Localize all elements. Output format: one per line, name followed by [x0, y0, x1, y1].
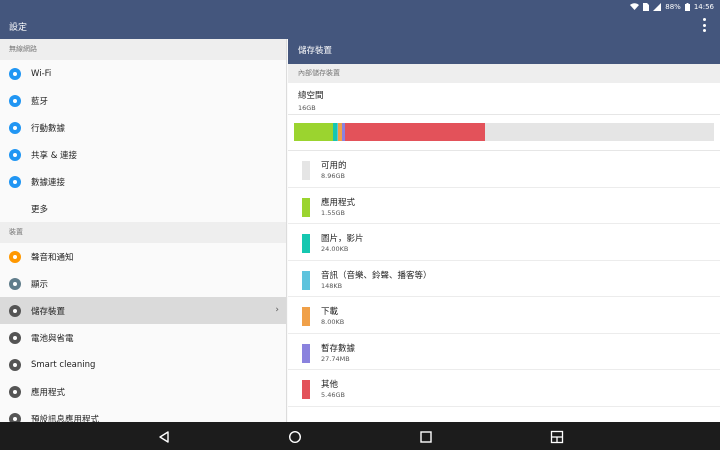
sidebar-item[interactable]: 預設訊息應用程式 [0, 405, 286, 422]
category-color-swatch [302, 307, 310, 326]
category-name: 可用的 [321, 161, 347, 171]
chevron-right-icon: › [275, 305, 279, 315]
storage-detail-pane: 儲存裝置 內部儲存裝置 總空間 16GB 可用的 8.96GB 應用程式 1.55GB… [288, 39, 720, 422]
sidebar-item-label: 數據連接 [31, 177, 66, 188]
category-name: 音訊（音樂、鈴聲、播客等） [321, 270, 432, 281]
sidebar-item-label: 應用程式 [31, 387, 66, 398]
status-bar: 88% 14:56 [0, 0, 720, 14]
multiwindow-icon[interactable] [550, 429, 564, 444]
storage-category-row[interactable]: 可用的 8.96GB [288, 151, 720, 188]
sidebar-item[interactable]: Smart cleaning [0, 351, 286, 378]
wifi-icon [9, 67, 21, 80]
storage-usage-bar [294, 123, 714, 141]
back-icon[interactable] [157, 429, 171, 443]
sidebar-item-label: 儲存裝置 [31, 306, 66, 317]
category-size: 8.96GB [321, 172, 345, 180]
messaging-icon [9, 412, 21, 422]
category-name: 應用程式 [321, 197, 356, 208]
detail-title: 儲存裝置 [288, 39, 720, 64]
sound-icon [9, 250, 21, 263]
total-space-row: 總空間 16GB [288, 83, 720, 115]
bluetooth-icon [9, 94, 21, 107]
storage-category-row[interactable]: 其他 5.46GB [288, 370, 720, 407]
sidebar-item-label: 更多 [31, 204, 49, 215]
total-space-label: 總空間 [298, 91, 324, 101]
usage-bar-segment [294, 123, 334, 141]
sidebar-item[interactable]: 聲音和通知 [0, 243, 286, 270]
sidebar-item-label: 聲音和通知 [31, 252, 74, 263]
storage-category-row[interactable]: 下載 8.00KB [288, 297, 720, 334]
category-size: 5.46GB [321, 391, 345, 399]
category-color-swatch [302, 234, 310, 253]
sidebar-item[interactable]: 藍牙 [0, 87, 286, 114]
category-color-swatch [302, 380, 310, 399]
storage-category-row[interactable]: 音訊（音樂、鈴聲、播客等） 148KB [288, 261, 720, 297]
sidebar-item[interactable]: 數據連接 [0, 168, 286, 195]
recents-icon[interactable] [419, 429, 433, 443]
category-name: 下載 [321, 307, 339, 317]
category-size: 27.74MB [321, 354, 350, 363]
sidebar-item[interactable]: 儲存裝置 › [0, 297, 286, 324]
storage-usage-bar-row [288, 115, 720, 151]
wifi-icon [630, 3, 640, 11]
sidebar-item-label: 行動數據 [31, 123, 66, 134]
battery-percent: 88% [665, 3, 681, 11]
total-space-value: 16GB [298, 104, 316, 112]
storage-icon [9, 304, 21, 317]
sidebar-item[interactable]: 顯示 [0, 270, 286, 297]
category-name: 暫存數據 [321, 343, 356, 354]
display-icon [9, 277, 21, 290]
home-icon[interactable] [288, 429, 302, 444]
sidebar-item[interactable]: 共享 & 連接 [0, 141, 286, 168]
category-color-swatch [302, 197, 310, 217]
app-title: 設定 [9, 23, 28, 33]
section-header: 裝置 [0, 222, 286, 243]
battery-icon [9, 331, 21, 344]
category-color-swatch [302, 270, 310, 290]
storage-category-list: 可用的 8.96GB 應用程式 1.55GB 圖片，影片 24.00KB 音訊（音樂、鈴聲、… [288, 151, 720, 407]
sidebar-item-label: 電池與省電 [31, 333, 74, 344]
app-bar: 設定 [0, 14, 720, 39]
category-size: 1.55GB [321, 208, 345, 217]
settings-sidebar: 無線網路 Wi-Fi 藍牙行動數據共享 & 連接 數據連接更多裝置聲音和通知顯示儲存裝… [0, 39, 287, 422]
sidebar-item-label: Smart cleaning [31, 359, 96, 370]
category-color-swatch [302, 161, 310, 180]
clock: 14:56 [693, 3, 714, 11]
storage-category-row[interactable]: 圖片，影片 24.00KB [288, 224, 720, 261]
category-size: 8.00KB [321, 318, 345, 326]
usage-bar-segment [344, 123, 485, 141]
data-usage-icon [9, 121, 21, 134]
sidebar-item[interactable]: 應用程式 [0, 378, 286, 405]
signal-icon [653, 3, 662, 11]
storage-category-row[interactable]: 暫存數據 27.74MB [288, 334, 720, 370]
category-name: 其他 [321, 380, 339, 390]
section-header: 無線網路 [0, 39, 286, 60]
sidebar-item-label: Wi-Fi [31, 68, 52, 79]
apps-icon [9, 385, 21, 398]
category-size: 24.00KB [321, 245, 349, 253]
sidebar-item-label: 預設訊息應用程式 [31, 414, 100, 423]
sidebar-item[interactable]: 行動數據 [0, 114, 286, 141]
category-size: 148KB [321, 281, 343, 290]
sidebar-item[interactable]: 電池與省電 [0, 324, 286, 351]
battery-icon [684, 3, 690, 11]
sidebar-item[interactable]: 更多 [0, 195, 286, 222]
storage-category-row[interactable]: 應用程式 1.55GB [288, 188, 720, 224]
sidebar-item[interactable]: Wi-Fi [0, 60, 286, 87]
category-name: 圖片，影片 [321, 234, 364, 244]
overflow-menu-icon[interactable] [702, 18, 706, 32]
smart-cleaning-icon [9, 358, 21, 371]
more-network-icon [9, 175, 21, 188]
sidebar-item-label: 共享 & 連接 [31, 150, 78, 161]
sidebar-item-label: 顯示 [31, 279, 49, 290]
navigation-bar [0, 422, 720, 450]
sim-icon [643, 3, 650, 11]
sidebar-item-label: 藍牙 [31, 96, 49, 107]
share-icon [9, 148, 21, 161]
internal-storage-header: 內部儲存裝置 [288, 64, 720, 83]
category-color-swatch [302, 343, 310, 363]
